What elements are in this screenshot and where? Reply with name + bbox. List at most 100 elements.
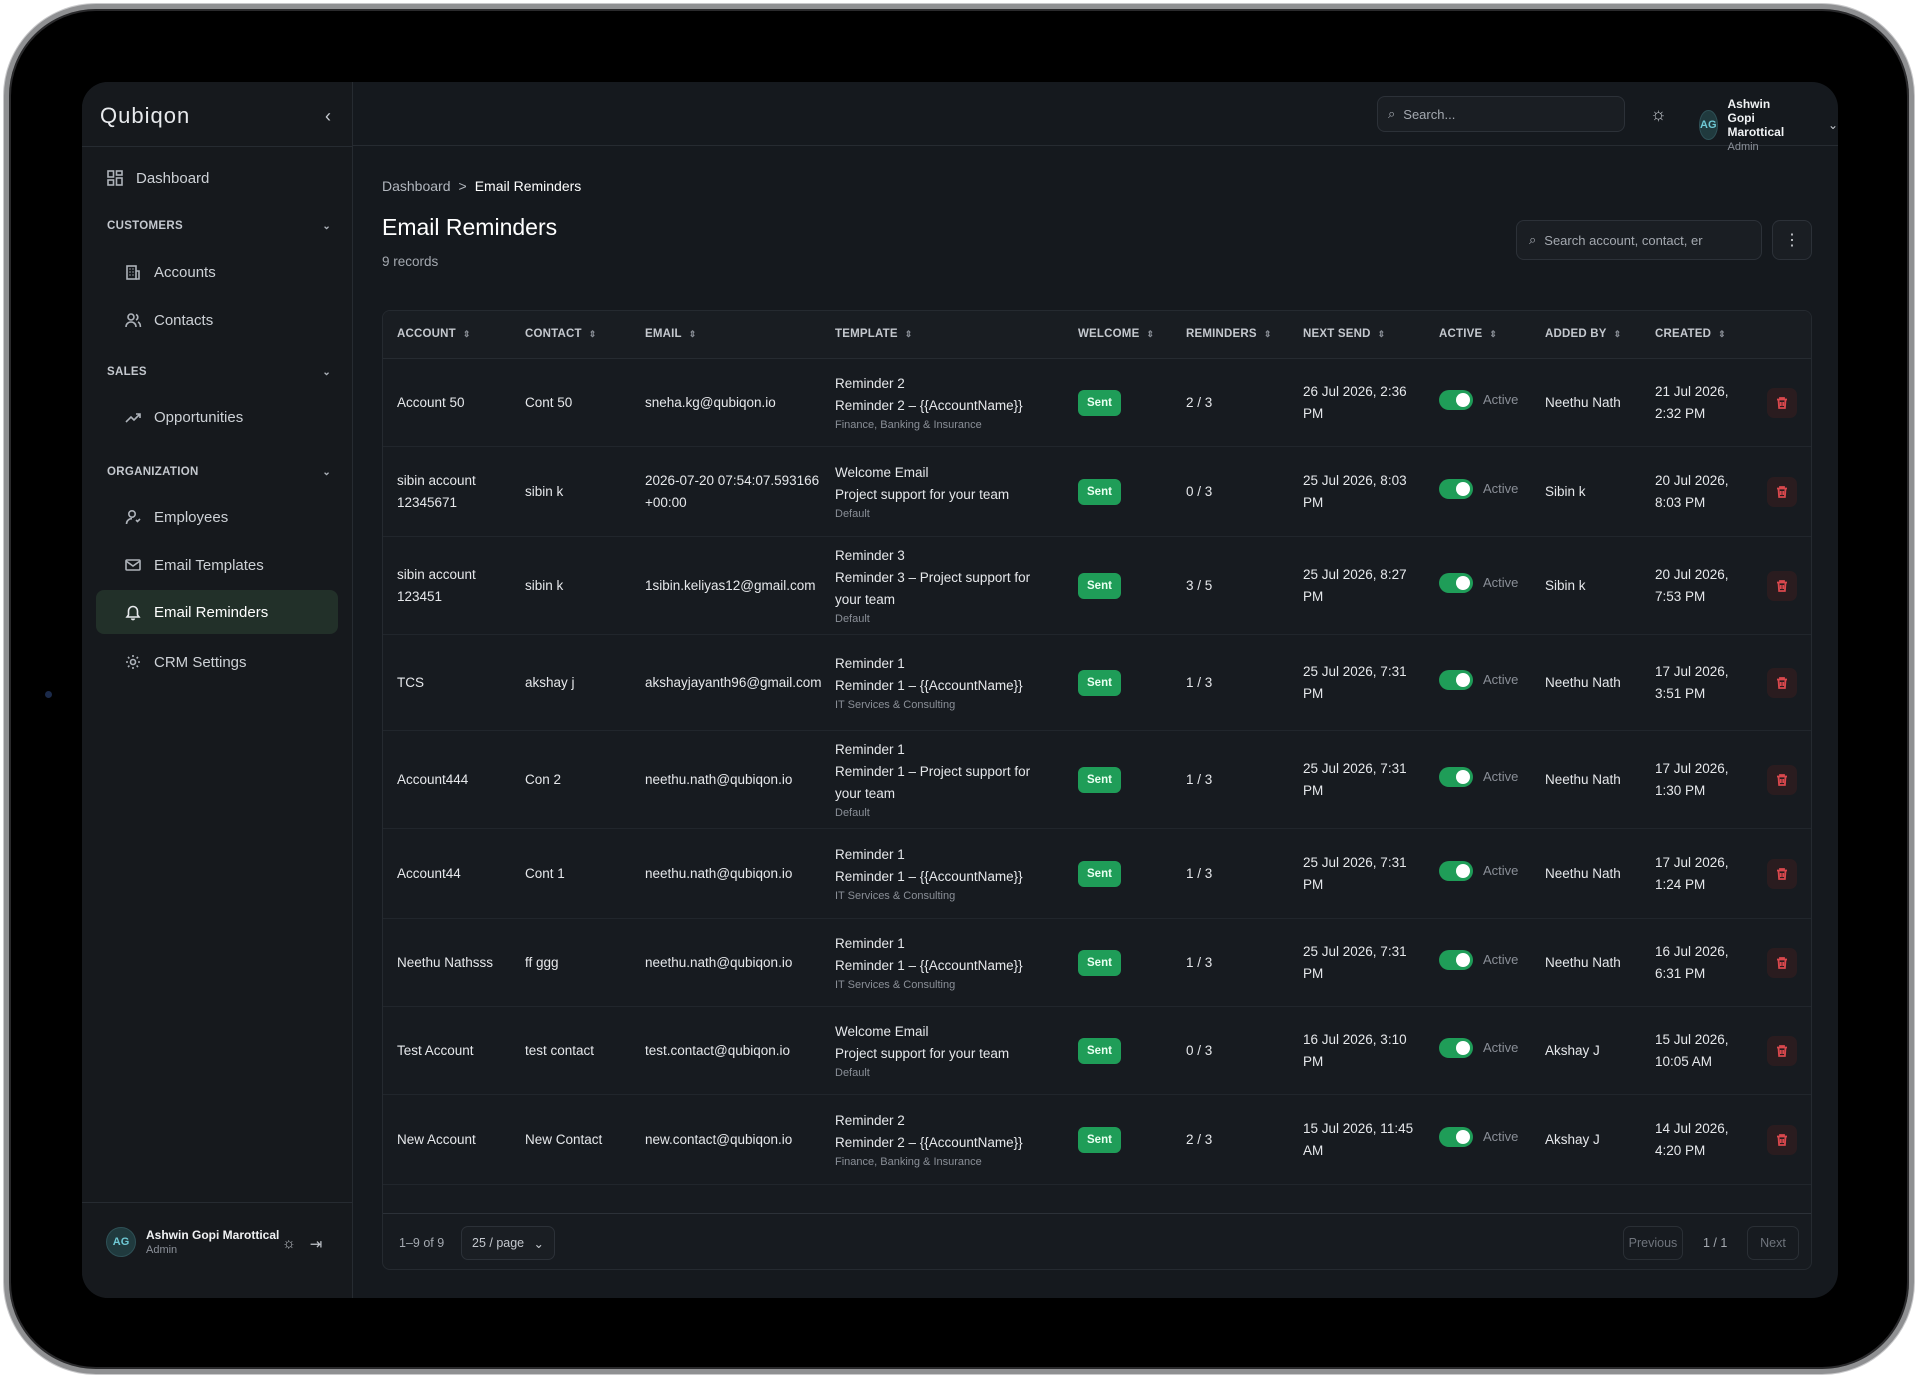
sidebar-item-dashboard[interactable]: Dashboard: [102, 158, 324, 198]
active-toggle[interactable]: Active: [1439, 766, 1518, 788]
toggle-switch[interactable]: [1439, 669, 1473, 690]
column-header-next-send[interactable]: NEXT SEND ⇕: [1303, 328, 1385, 340]
cell-created: 20 Jul 2026, 7:53 PM: [1655, 564, 1755, 608]
cell-email: 1sibin.keliyas12@gmail.com: [645, 575, 825, 597]
cell-next-send: 16 Jul 2026, 3:10 PM: [1303, 1029, 1423, 1073]
cell-template: Reminder 1 Reminder 1 – {{AccountName}} IT…: [835, 933, 1060, 993]
toggle-switch[interactable]: [1439, 860, 1473, 881]
toggle-switch[interactable]: [1439, 478, 1473, 499]
toggle-label: Active: [1483, 574, 1519, 590]
breadcrumb-root[interactable]: Dashboard: [382, 178, 451, 194]
cell-welcome: Sent: [1078, 949, 1168, 976]
sidebar-item-employees[interactable]: Employees: [118, 497, 324, 537]
cell-next-send: 15 Jul 2026, 11:45 AM: [1303, 1118, 1423, 1162]
contact-name: akshay j: [525, 674, 575, 690]
toggle-label: Active: [1483, 862, 1519, 878]
template-subject: Reminder 2 – {{AccountName}}: [835, 1134, 1023, 1150]
active-toggle[interactable]: Active: [1439, 669, 1518, 691]
table-search-input[interactable]: ⌕ Search account, contact, er: [1516, 220, 1762, 260]
sidebar-item-accounts[interactable]: Accounts: [118, 252, 324, 292]
user-role: Admin: [1727, 141, 1759, 153]
added-by-name: Neethu Nath: [1545, 771, 1621, 787]
delete-button[interactable]: [1767, 947, 1797, 978]
logout-icon[interactable]: ⇥: [310, 1235, 323, 1253]
template-info: Reminder 3 Reminder 3 – Project support f…: [835, 545, 1060, 627]
status-badge: Sent: [1078, 389, 1121, 416]
status-badge: Sent: [1078, 1126, 1121, 1153]
delete-button[interactable]: [1767, 764, 1797, 795]
cell-added-by: Neethu Nath: [1545, 672, 1645, 694]
delete-button[interactable]: [1767, 476, 1797, 507]
cell-contact: New Contact: [525, 1129, 635, 1151]
collapse-sidebar-button[interactable]: ‹: [318, 106, 338, 126]
sort-icon: ⇕: [1263, 328, 1272, 339]
sort-icon: ⇕: [1377, 328, 1386, 339]
toggle-switch[interactable]: [1439, 1126, 1473, 1147]
previous-page-button[interactable]: Previous: [1623, 1226, 1683, 1260]
active-toggle[interactable]: Active: [1439, 1126, 1518, 1148]
sidebar-item-contacts[interactable]: Contacts: [118, 300, 324, 340]
delete-button[interactable]: [1767, 1035, 1797, 1066]
contact-name: Cont 50: [525, 394, 573, 410]
table-row: New Account New Contact new.contact@qubiqo…: [383, 1095, 1811, 1185]
column-header-added-by[interactable]: ADDED BY ⇕: [1545, 328, 1621, 340]
toggle-switch[interactable]: [1439, 389, 1473, 410]
contact-name: ff ggg: [525, 954, 559, 970]
column-header-welcome[interactable]: WELCOME ⇕: [1078, 328, 1154, 340]
trash-icon: [1777, 773, 1787, 786]
column-header-reminders[interactable]: REMINDERS ⇕: [1186, 328, 1272, 340]
delete-button[interactable]: [1767, 667, 1797, 698]
theme-toggle-sun-icon[interactable]: ☼: [1650, 104, 1667, 125]
section-organization[interactable]: ORGANIZATION ⌄: [107, 466, 331, 478]
users-icon: [124, 311, 142, 329]
toggle-switch[interactable]: [1439, 949, 1473, 970]
brand-logo[interactable]: Qubiqon: [100, 100, 190, 132]
sidebar-item-email-templates[interactable]: Email Templates: [118, 545, 324, 585]
sun-icon[interactable]: ☼: [282, 1235, 296, 1253]
more-options-button[interactable]: ⋮: [1772, 220, 1812, 260]
cell-actions: [1767, 858, 1797, 889]
toggle-switch[interactable]: [1439, 766, 1473, 787]
active-toggle[interactable]: Active: [1439, 478, 1518, 500]
active-toggle[interactable]: Active: [1439, 949, 1518, 971]
global-search-input[interactable]: ⌕ Search...: [1377, 96, 1625, 132]
delete-button[interactable]: [1767, 387, 1797, 418]
avatar: AG: [106, 1227, 136, 1257]
per-page-select[interactable]: 25 / page ⌄: [461, 1226, 555, 1260]
sidebar-user: AG Ashwin Gopi Marottical Admin: [106, 1227, 279, 1257]
sidebar-item-crm-settings[interactable]: CRM Settings: [118, 642, 324, 682]
active-toggle[interactable]: Active: [1439, 572, 1518, 594]
delete-button[interactable]: [1767, 570, 1797, 601]
active-toggle[interactable]: Active: [1439, 1037, 1518, 1059]
cell-email: akshayjayanth96@gmail.com: [645, 672, 825, 694]
chevron-down-icon: ⌄: [322, 466, 331, 478]
column-header-active[interactable]: ACTIVE ⇕: [1439, 328, 1497, 340]
column-header-created[interactable]: CREATED ⇕: [1655, 328, 1726, 340]
sort-icon: ⇕: [1718, 328, 1726, 339]
sidebar-item-email-reminders[interactable]: Email Reminders: [96, 590, 338, 634]
column-header-label: TEMPLATE: [835, 328, 898, 340]
section-customers[interactable]: CUSTOMERS ⌄: [107, 220, 331, 232]
cell-active: Active: [1439, 389, 1539, 417]
status-badge: Sent: [1078, 478, 1121, 505]
cell-next-send: 26 Jul 2026, 2:36 PM: [1303, 381, 1423, 425]
delete-button[interactable]: [1767, 858, 1797, 889]
delete-button[interactable]: [1767, 1124, 1797, 1155]
active-toggle[interactable]: Active: [1439, 860, 1518, 882]
template-title: Welcome Email: [835, 464, 929, 480]
next-page-button[interactable]: Next: [1747, 1226, 1799, 1260]
sidebar-item-opportunities[interactable]: Opportunities: [118, 397, 324, 437]
user-menu[interactable]: AG Ashwin Gopi Marottical Admin ⌄: [1699, 97, 1838, 153]
sidebar-item-label: Email Templates: [154, 556, 264, 574]
column-header-account[interactable]: ACCOUNT ⇕: [397, 328, 471, 340]
trash-icon: [1777, 1044, 1787, 1057]
column-header-email[interactable]: EMAIL ⇕: [645, 328, 697, 340]
section-sales[interactable]: SALES ⌄: [107, 366, 331, 378]
active-toggle[interactable]: Active: [1439, 389, 1518, 411]
column-header-template[interactable]: TEMPLATE ⇕: [835, 328, 912, 340]
next-send-date: 25 Jul 2026, 8:27 PM: [1303, 566, 1407, 604]
column-header-contact[interactable]: CONTACT ⇕: [525, 328, 597, 340]
reminder-count: 1 / 3: [1186, 954, 1213, 970]
toggle-switch[interactable]: [1439, 1037, 1473, 1058]
toggle-switch[interactable]: [1439, 572, 1473, 593]
